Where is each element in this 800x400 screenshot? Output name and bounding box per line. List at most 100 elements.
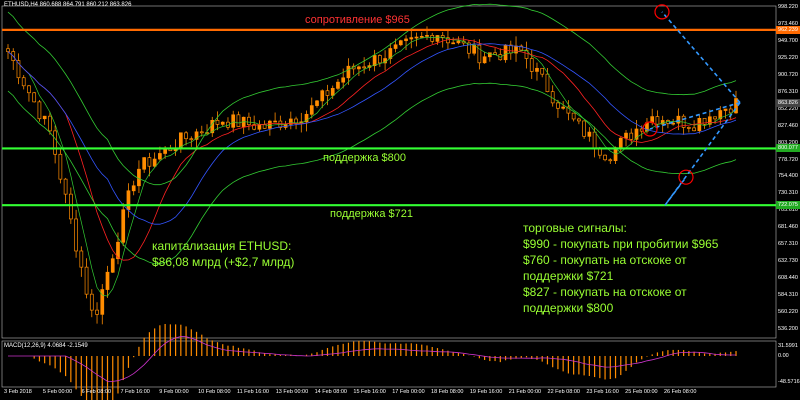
candle-body <box>189 138 194 141</box>
forecast-drop-arrow <box>664 102 741 206</box>
candle-body <box>247 116 251 126</box>
candle-body <box>231 114 236 128</box>
candle-body <box>624 132 628 139</box>
candle-body <box>451 42 456 45</box>
candle-body <box>236 114 241 127</box>
macd-axis-label: 31.5991 <box>778 343 798 349</box>
chart-area[interactable] <box>0 0 800 400</box>
candle-body <box>126 190 131 211</box>
time-axis-label: 5 Feb 00:00 <box>42 389 73 395</box>
time-axis-label: 7 Feb 16:00 <box>120 389 150 395</box>
macd-info: MACD(12,26,9) 4.0684 -2.1549 <box>4 343 88 349</box>
candle-body <box>372 55 377 67</box>
candle-body <box>220 121 225 125</box>
price-axis-label: 852.220 <box>778 105 798 112</box>
candle-body <box>592 131 597 149</box>
candle-body <box>294 118 298 124</box>
price-axis-label: 900.720 <box>778 71 798 78</box>
support-721-text: поддержка $721 <box>330 208 413 220</box>
price-axis-label: 608.440 <box>778 275 798 282</box>
time-axis-label: 11 Feb 16:00 <box>236 389 269 395</box>
price-chart[interactable] <box>0 0 800 400</box>
support-800-text: поддержка $800 <box>323 152 406 164</box>
price-axis-label: 754.400 <box>778 173 798 180</box>
candle-body <box>535 67 539 72</box>
candle-body <box>21 77 26 87</box>
time-axis-label: 6 Feb 08:00 <box>81 389 111 395</box>
candle-body <box>320 90 325 102</box>
candle-body <box>582 120 586 137</box>
price-axis-label: 681.460 <box>778 224 798 231</box>
capitalization-note: капитализация ETHUSD: $86,08 млрд (+$2,7… <box>152 238 294 270</box>
signal-line-3: поддержки $721 <box>523 269 614 283</box>
support-721-label: поддержка $721 <box>330 208 413 220</box>
support-800-price-tag: 800.077 <box>776 144 800 153</box>
signals-title: торговые сигналы: <box>523 221 627 235</box>
candle-body <box>503 44 508 61</box>
candle-body <box>53 130 57 155</box>
candle-body <box>676 115 681 124</box>
candle-body <box>556 102 560 109</box>
time-axis-label: 10 Feb 08:00 <box>198 389 231 395</box>
candle-body <box>482 56 487 64</box>
candle-body <box>199 131 204 134</box>
candle-body <box>577 118 581 122</box>
capitalization-line2: $86,08 млрд (+$2,7 млрд) <box>152 255 295 269</box>
candle-body <box>398 40 403 46</box>
time-axis-label: 22 Feb 08:00 <box>547 389 580 395</box>
candle-body <box>105 271 110 290</box>
candle-body <box>456 40 461 44</box>
capitalization-line1: капитализация ETHUSD: <box>152 239 292 253</box>
candle-body <box>42 115 47 120</box>
time-axis-label: 19 Feb 16:00 <box>469 389 503 395</box>
candle-body <box>713 116 717 120</box>
candle-body <box>6 48 10 52</box>
signal-line-2: $760 - покупать на отскоке от <box>523 253 687 267</box>
price-axis-label: 925.220 <box>778 54 798 61</box>
candle-body <box>131 185 136 192</box>
resistance-965-text: сопротивление $965 <box>305 14 410 26</box>
trading-signals: торговые сигналы: $990 - покупать при пр… <box>523 220 718 316</box>
candle-body <box>425 35 429 37</box>
time-axis-label: 3 Feb 2018 <box>4 389 32 395</box>
current-price-tag: 863.826 <box>776 98 800 107</box>
price-axis-label: 584.310 <box>778 292 798 299</box>
time-axis-label: 17 Feb 00:00 <box>392 389 425 395</box>
candle-body <box>529 58 534 72</box>
price-axis-label: 998.220 <box>778 4 798 10</box>
candle-body <box>430 35 435 42</box>
candle-body <box>68 193 73 220</box>
candle-body <box>393 44 398 49</box>
price-axis-label: 730.310 <box>778 190 798 197</box>
signal-line-4: $827 - покупать на отскоке от <box>523 285 687 299</box>
candle-body <box>357 66 361 70</box>
time-axis-label: 15 Feb 16:00 <box>353 389 386 395</box>
candle-body <box>409 37 414 40</box>
candle-body <box>608 159 613 162</box>
candle-body <box>273 120 277 123</box>
candle-body <box>325 90 330 96</box>
candle-body <box>545 73 550 92</box>
time-axis-label: 23 Feb 16:00 <box>586 389 619 395</box>
resistance-965-label: сопротивление $965 <box>305 14 410 26</box>
candle-body <box>571 112 576 120</box>
candle-body <box>63 178 68 195</box>
candle-body <box>472 44 476 54</box>
candle-body <box>74 218 78 252</box>
price-axis-label: 632.730 <box>778 258 798 265</box>
macd-axis-label: 0.00 <box>778 353 789 359</box>
candle-body <box>435 35 440 42</box>
time-axis-label: 18 Feb 08:00 <box>431 389 464 395</box>
candle-body <box>184 132 188 140</box>
resistance-price-tag: 962.239 <box>776 25 800 34</box>
time-axis-label: 21 Feb 00:00 <box>508 389 542 395</box>
candle-body <box>419 36 424 38</box>
candle-body <box>152 158 157 167</box>
candle-body <box>309 105 314 115</box>
candle-body <box>110 258 115 273</box>
time-axis-label: 26 Feb 08:00 <box>664 389 697 395</box>
candle-body <box>37 101 42 120</box>
candle-body <box>158 153 162 160</box>
candle-body <box>268 120 272 129</box>
candle-body <box>561 106 566 109</box>
